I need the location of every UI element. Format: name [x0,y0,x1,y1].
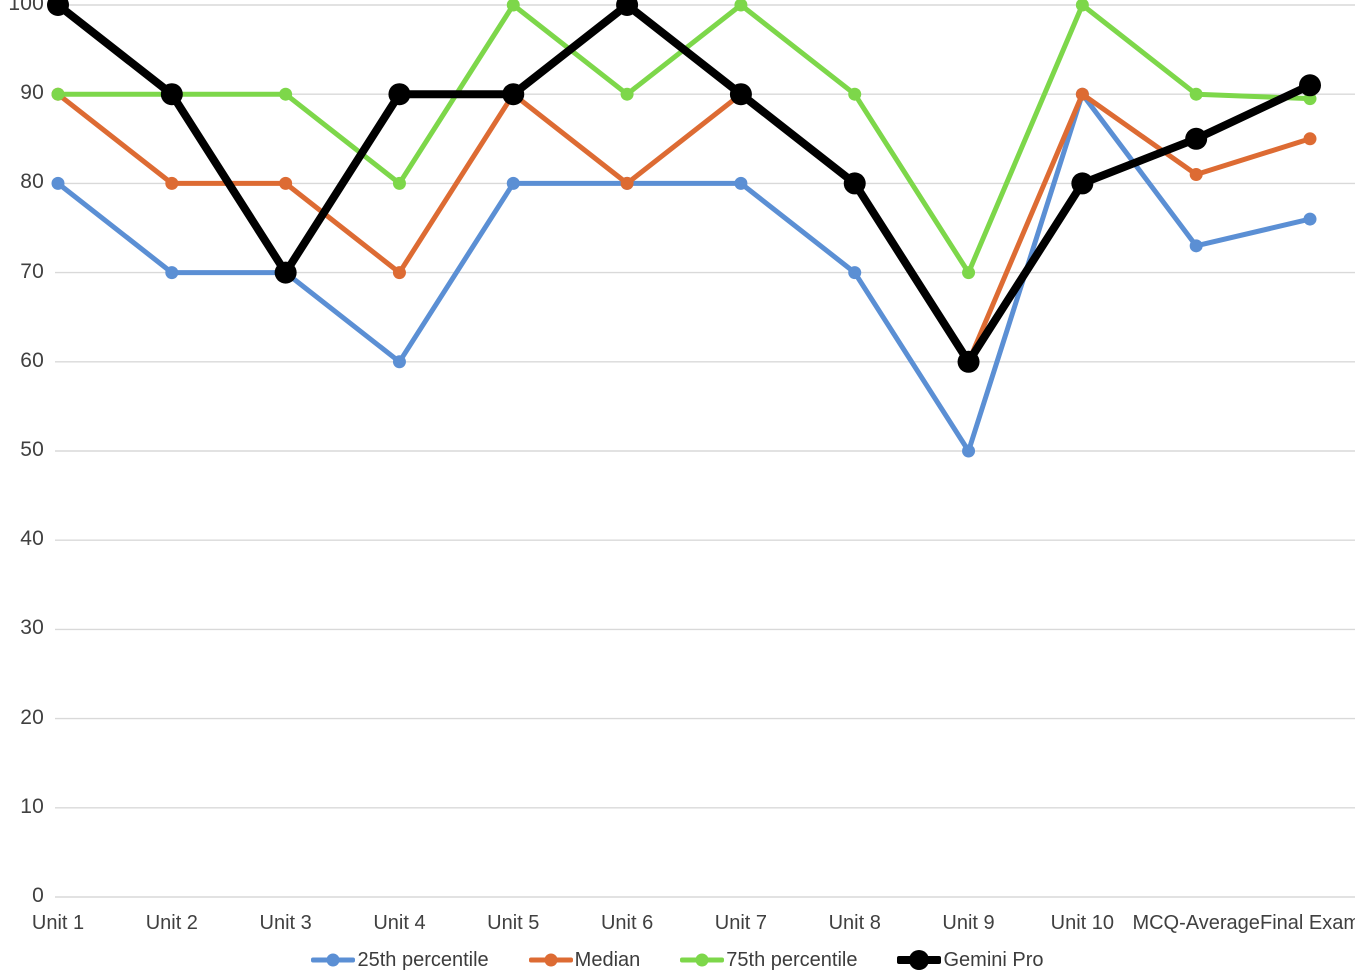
legend-swatch-icon [528,951,573,969]
data-point[interactable] [274,261,297,284]
y-tick-label: 0 [32,884,44,907]
x-tick-label: Unit 1 [31,912,85,934]
y-tick-label: 10 [20,794,44,818]
data-point[interactable] [1071,172,1094,195]
series-layer [47,0,1321,458]
data-point[interactable] [51,87,65,101]
legend-label: Gemini Pro [943,949,1044,971]
legend-label: Median [574,949,641,971]
y-tick-label: 70 [20,259,44,283]
data-point[interactable] [1075,87,1089,101]
data-point[interactable] [848,87,862,101]
x-tick-label: Unit 5 [487,912,540,934]
legend-label: 75th percentile [726,949,858,971]
line-chart: 0 10 20 30 40 50 60 70 80 90 100 Unit 1 Unit 2 Unit … [0,0,1355,974]
x-tick-label: Unit 3 [259,912,312,934]
data-point[interactable] [1185,127,1208,150]
x-tick-label: Unit 2 [145,912,198,934]
data-point[interactable] [962,444,976,458]
y-tick-label: 20 [20,705,44,729]
data-point[interactable] [1303,212,1317,226]
x-tick-label: Final Exam [1259,912,1355,934]
data-point[interactable] [843,172,866,195]
data-point[interactable] [279,87,293,101]
data-point[interactable] [1299,74,1321,97]
data-point[interactable] [392,266,406,280]
data-point[interactable] [51,176,65,190]
legend-item[interactable]: Median [528,949,641,971]
data-point[interactable] [729,83,752,106]
legend-item[interactable]: 25th percentile [311,949,489,971]
legend-swatch-icon [311,951,356,969]
data-point[interactable] [160,83,183,106]
series-line [55,91,1313,365]
data-point[interactable] [848,266,862,280]
data-point[interactable] [279,176,293,190]
y-tick-label: 80 [20,170,44,194]
x-tick-label: Unit 6 [600,912,654,934]
x-tick-label: MCQ-Average [1132,912,1260,934]
data-point[interactable] [1189,239,1203,253]
x-tick-label: Unit 7 [714,912,768,934]
data-point[interactable] [392,176,406,190]
data-point[interactable] [957,350,980,373]
y-tick-label: 100 [8,0,44,15]
y-tick-label: 50 [20,438,44,461]
y-tick-label: 40 [20,527,44,551]
x-tick-label: Unit 10 [1050,912,1115,934]
plot-area [47,0,1355,898]
y-tick-label: 90 [20,81,44,105]
data-point[interactable] [165,176,179,190]
data-point[interactable] [502,83,525,106]
data-point[interactable] [1189,167,1203,181]
data-point[interactable] [388,83,411,106]
gridlines [55,4,1355,898]
legend-item[interactable]: Gemini Pro [897,949,1044,971]
legend-swatch-icon [897,950,942,970]
data-point[interactable] [506,176,520,190]
series-gemini-pro [47,0,1321,373]
data-point[interactable] [620,176,634,190]
legend-swatch-icon [680,951,725,969]
y-tick-label: 30 [20,616,44,640]
data-point[interactable] [962,266,976,280]
data-point[interactable] [165,266,179,280]
y-tick-label: 60 [20,348,44,372]
x-tick-label: Unit 4 [373,912,426,934]
x-tick-label: Unit 8 [828,912,881,934]
data-point[interactable] [734,176,748,190]
data-point[interactable] [392,355,406,369]
series-median [51,87,1317,369]
x-tick-label: Unit 9 [942,912,995,934]
legend-label: 25th percentile [357,949,489,971]
data-point[interactable] [1303,132,1317,146]
chart-legend: 25th percentile Median 75th percentile Gemi… [0,946,1355,974]
data-point[interactable] [620,87,634,101]
data-point[interactable] [1189,87,1203,101]
legend-item[interactable]: 75th percentile [680,950,857,970]
